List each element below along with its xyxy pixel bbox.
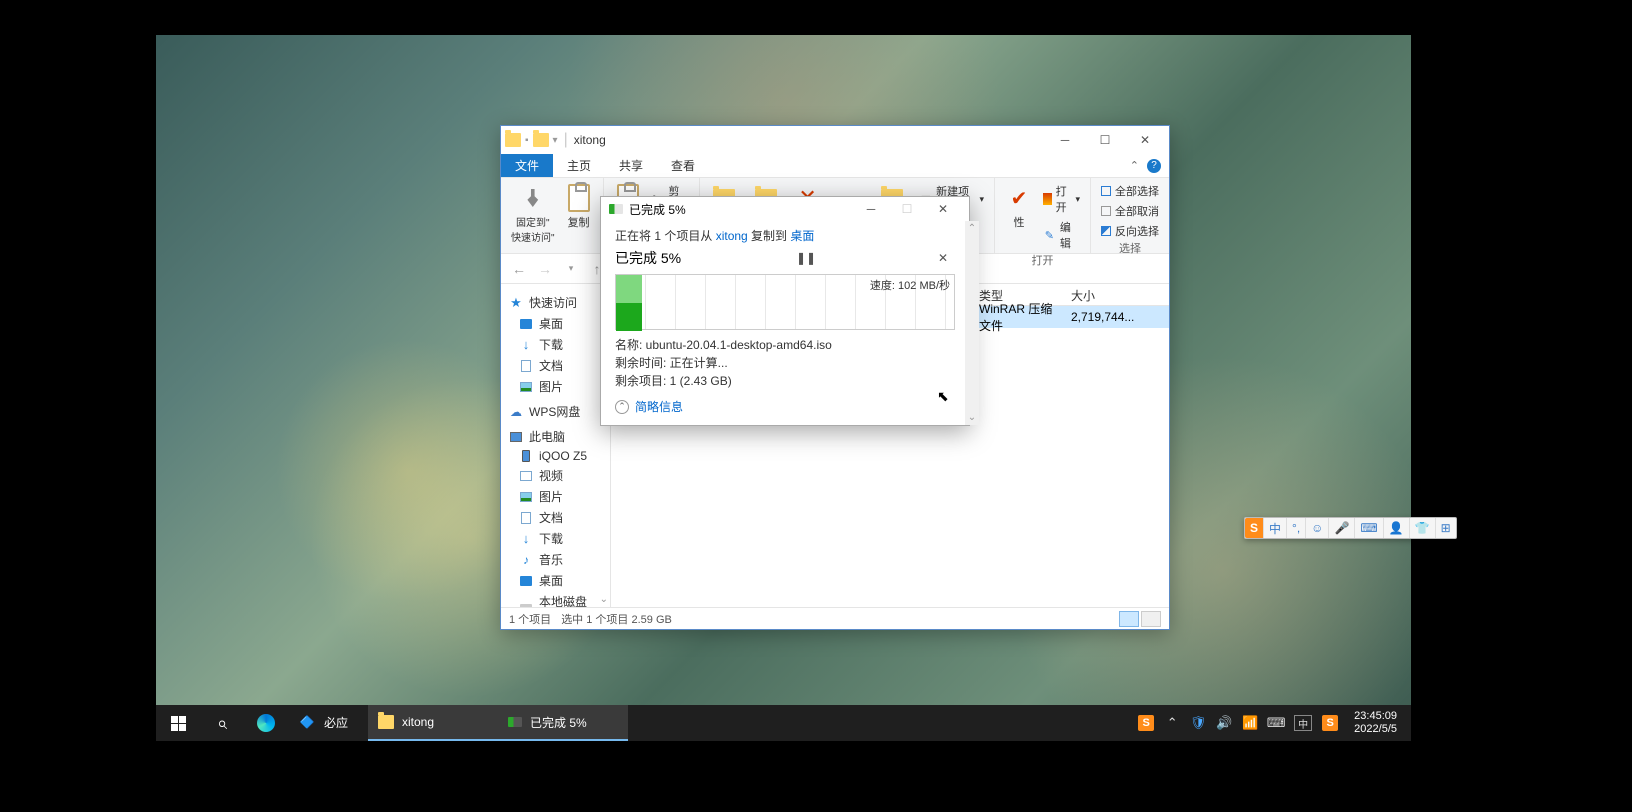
nav-wps[interactable]: ☁WPS网盘: [501, 401, 610, 422]
folder-icon: [378, 715, 394, 729]
security-icon[interactable]: 🛡: [1190, 715, 1206, 731]
close-button[interactable]: ✕: [925, 198, 961, 220]
taskbar: 🔷必应 xitong 已完成 5% S ⌃ 🛡 🔊 📶 ⌨ 中 S 23:45:…: [156, 705, 1411, 741]
select-invert-button[interactable]: 反向选择: [1099, 222, 1161, 240]
ime-toolbox-icon[interactable]: ⊞: [1436, 518, 1456, 538]
back-button[interactable]: ←: [509, 259, 529, 279]
chevron-up-icon: ⌃: [615, 400, 629, 414]
status-bar: 1 个项目 选中 1 个项目 2.59 GB: [501, 607, 1169, 629]
open-button[interactable]: 打开▾: [1041, 182, 1082, 216]
keyboard-icon[interactable]: ⌨: [1268, 715, 1284, 731]
pause-button[interactable]: ❚❚: [794, 248, 818, 268]
more-details-toggle[interactable]: ⌃ 简略信息: [615, 398, 955, 415]
nav-desktop2[interactable]: 桌面: [501, 570, 610, 591]
bing-icon: 🔷: [298, 713, 316, 731]
scroll-down-icon[interactable]: ⌄: [600, 594, 608, 605]
copy-button[interactable]: 复制: [563, 182, 595, 232]
nav-pictures2[interactable]: 图片: [501, 486, 610, 507]
progress-icon: [508, 717, 522, 727]
tray-overflow-icon[interactable]: ⌃: [1164, 715, 1180, 731]
cancel-button[interactable]: ✕: [931, 248, 955, 268]
dialog-scrollbar[interactable]: ⌃⌄: [965, 221, 979, 425]
selection-info: 选中 1 个项目 2.59 GB: [561, 611, 672, 627]
nav-phone[interactable]: iQOO Z5: [501, 447, 610, 465]
item-count: 1 个项目: [509, 611, 551, 627]
speed-label: 速度: 102 MB/秒: [870, 277, 950, 293]
speed-graph: 速度: 102 MB/秒: [615, 274, 955, 330]
nav-documents2[interactable]: 文档: [501, 507, 610, 528]
nav-music[interactable]: 音乐: [501, 549, 610, 570]
ime-voice-icon[interactable]: 🎤: [1329, 518, 1355, 538]
nav-videos[interactable]: 视频: [501, 465, 610, 486]
dest-link[interactable]: 桌面: [790, 229, 814, 243]
icons-view-button[interactable]: [1141, 611, 1161, 627]
edge-button[interactable]: [244, 705, 288, 741]
tab-home[interactable]: 主页: [553, 154, 605, 177]
details-view-button[interactable]: [1119, 611, 1139, 627]
copy-description: 正在将 1 个项目从 xitong 复制到 桌面: [615, 227, 955, 244]
ime-toolbar[interactable]: S 中 °, ☺ 🎤 ⌨ 👤 👕 ⊞: [1244, 517, 1457, 539]
taskbar-copy-progress[interactable]: 已完成 5%: [498, 705, 628, 741]
copy-details: 名称: ubuntu-20.04.1-desktop-amd64.iso 剩余时…: [615, 336, 955, 390]
search-button[interactable]: [200, 705, 244, 741]
navigation-pane: ★快速访问 桌面 ↓下载 文档 图片 ☁WPS网盘 此电脑 iQOO Z5 视频…: [501, 284, 611, 607]
minimize-button[interactable]: ─: [853, 198, 889, 220]
select-none-button[interactable]: 全部取消: [1099, 202, 1161, 220]
copy-title-text: 已完成 5%: [629, 201, 686, 218]
close-button[interactable]: ✕: [1125, 126, 1165, 154]
start-button[interactable]: [156, 705, 200, 741]
ime-indicator[interactable]: 中: [1294, 715, 1312, 731]
pin-button[interactable]: 固定到" 快速访问": [509, 182, 557, 246]
ime-lang[interactable]: 中: [1264, 518, 1287, 538]
ime-user-icon[interactable]: 👤: [1384, 518, 1410, 538]
ribbon-tabs: 文件 主页 共享 查看 ⌃ ?: [501, 154, 1169, 178]
maximize-button[interactable]: ☐: [1085, 126, 1125, 154]
tab-view[interactable]: 查看: [657, 154, 709, 177]
select-all-button[interactable]: 全部选择: [1099, 182, 1161, 200]
folder-icon: [505, 133, 521, 147]
nav-this-pc[interactable]: 此电脑: [501, 426, 610, 447]
copy-progress-dialog: 已完成 5% ─ ☐ ✕ 正在将 1 个项目从 xitong 复制到 桌面 已完…: [600, 196, 970, 426]
maximize-button[interactable]: ☐: [889, 198, 925, 220]
forward-button[interactable]: →: [535, 259, 555, 279]
cursor-icon: ⬉: [937, 388, 949, 405]
sogou-tray-icon-2[interactable]: S: [1322, 715, 1338, 731]
taskbar-explorer[interactable]: xitong: [368, 705, 498, 741]
nav-downloads2[interactable]: ↓下载: [501, 528, 610, 549]
tab-file[interactable]: 文件: [501, 154, 553, 177]
ime-punct-icon[interactable]: °,: [1287, 518, 1306, 538]
col-size: 大小: [1063, 284, 1104, 305]
minimize-button[interactable]: ─: [1045, 126, 1085, 154]
ime-keyboard-icon[interactable]: ⌨: [1355, 518, 1383, 538]
tab-share[interactable]: 共享: [605, 154, 657, 177]
nav-pictures[interactable]: 图片: [501, 376, 610, 397]
help-icon[interactable]: ?: [1147, 159, 1161, 173]
nav-downloads[interactable]: ↓下载: [501, 334, 610, 355]
properties-button[interactable]: ✔性: [1003, 182, 1035, 232]
copy-status: 已完成 5%: [615, 248, 681, 268]
ime-skin-icon[interactable]: 👕: [1410, 518, 1436, 538]
history-button[interactable]: ▾: [561, 259, 581, 279]
wifi-icon[interactable]: 📶: [1242, 715, 1258, 731]
volume-icon[interactable]: 🔊: [1216, 715, 1232, 731]
window-title: xitong: [574, 133, 606, 147]
ime-emoji-icon[interactable]: ☺: [1306, 518, 1329, 538]
sogou-icon[interactable]: S: [1245, 518, 1264, 538]
clock[interactable]: 23:45:09 2022/5/5: [1348, 710, 1403, 736]
nav-desktop[interactable]: 桌面: [501, 313, 610, 334]
nav-disk-c[interactable]: 本地磁盘 (C:): [501, 591, 610, 607]
edit-button[interactable]: ✎编辑: [1041, 218, 1082, 252]
source-link[interactable]: xitong: [716, 229, 748, 243]
ribbon-collapse-icon[interactable]: ⌃: [1130, 159, 1139, 172]
copy-titlebar[interactable]: 已完成 5% ─ ☐ ✕: [601, 197, 969, 221]
sogou-tray-icon[interactable]: S: [1138, 715, 1154, 731]
taskbar-bing[interactable]: 🔷必应: [288, 705, 368, 741]
explorer-titlebar[interactable]: ▪ ▾ | xitong ─ ☐ ✕: [501, 126, 1169, 154]
progress-icon: [609, 204, 623, 214]
nav-documents[interactable]: 文档: [501, 355, 610, 376]
system-tray: S ⌃ 🛡 🔊 📶 ⌨ 中 S 23:45:09 2022/5/5: [1130, 705, 1411, 741]
folder-icon: [533, 133, 549, 147]
nav-quick-access[interactable]: ★快速访问: [501, 292, 610, 313]
